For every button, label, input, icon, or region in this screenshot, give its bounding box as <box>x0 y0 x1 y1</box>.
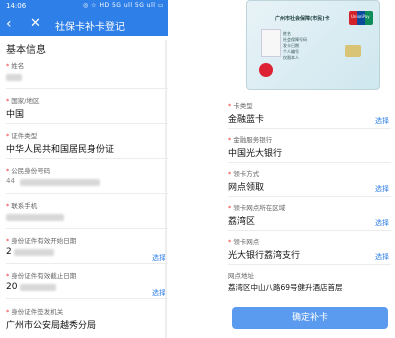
id-start-date-masked <box>14 249 54 256</box>
pickup-area-label: 领卡网点所在区域 <box>233 204 286 212</box>
divider <box>6 193 168 194</box>
country-value: 中国 <box>6 110 25 120</box>
card-type-value: 金融蓝卡 <box>228 115 265 125</box>
confirm-replace-card-button[interactable]: 确定补卡 <box>232 307 388 329</box>
card-type-select[interactable]: 选择 <box>375 116 389 126</box>
social-security-card-image: 广州市社会保障(市民)卡 UnionPay 姓名 社会保障号码 发卡日期 个人编… <box>246 0 380 90</box>
id-start-date-label: 身份证件有效开始日期 <box>11 237 77 245</box>
name-label: 姓名 <box>11 62 25 70</box>
pickup-method-value: 网点领取 <box>228 183 265 193</box>
id-number-value: 44 <box>6 177 15 185</box>
id-end-date-value: 20 <box>6 282 18 292</box>
id-number-label: 公民身份号码 <box>11 167 51 175</box>
unionpay-logo: UnionPay <box>349 11 373 25</box>
country-label: 国家/地区 <box>11 97 40 105</box>
id-start-date-value: 2 <box>6 247 12 257</box>
left-screen: 14:06 ◎ ☆ HD 5G ull 5G ull ▭ ‹ ✕ 社保卡补卡登记… <box>0 0 168 338</box>
pickup-outlet-value: 光大银行荔湾支行 <box>228 251 301 261</box>
top-bar: 14:06 ◎ ☆ HD 5G ull 5G ull ▭ ‹ ✕ 社保卡补卡登记 <box>0 0 168 36</box>
divider <box>228 162 391 163</box>
pickup-method-select[interactable]: 选择 <box>375 184 389 194</box>
name-value <box>6 74 22 81</box>
divider <box>6 158 168 159</box>
id-end-date-select[interactable]: 选择 <box>152 288 166 298</box>
chip-icon <box>345 45 361 57</box>
section-title: 基本信息 <box>6 45 46 56</box>
outlet-address-value: 荔湾区中山八路69号健升酒店首层 <box>228 283 343 292</box>
pickup-area-value: 荔湾区 <box>228 217 256 227</box>
pickup-outlet-select[interactable]: 选择 <box>375 252 389 262</box>
card-title: 广州市社会保障(市民)卡 <box>275 16 330 22</box>
id-issuer-label: 身份证件签发机关 <box>11 308 64 316</box>
back-icon[interactable]: ‹ <box>6 16 12 32</box>
bank-value: 中国光大银行 <box>228 149 283 159</box>
close-icon[interactable]: ✕ <box>30 16 41 31</box>
pickup-outlet-label: 领卡网点 <box>233 238 260 246</box>
id-end-date-masked <box>20 284 56 291</box>
card-type-label: 卡类型 <box>233 102 253 110</box>
bank-label: 金融服务银行 <box>233 136 273 144</box>
divider <box>228 264 391 265</box>
divider <box>6 88 168 89</box>
unionpay-brand: UnionPay <box>351 14 370 19</box>
divider <box>6 123 168 124</box>
divider <box>6 298 168 299</box>
photo-placeholder <box>261 29 281 57</box>
page-title: 社保卡补卡登记 <box>55 22 125 33</box>
pickup-area-select[interactable]: 选择 <box>375 218 389 228</box>
status-time: 14:06 <box>6 2 27 10</box>
scrollbar[interactable] <box>165 40 167 338</box>
id-number-masked <box>20 179 100 186</box>
nav-bar: ‹ ✕ 社保卡补卡登记 <box>0 14 168 34</box>
divider <box>228 230 391 231</box>
phone-label: 联系手机 <box>11 202 38 210</box>
id-type-label: 证件类型 <box>11 132 38 140</box>
id-type-value: 中华人民共和国居民身份证 <box>6 145 115 155</box>
card-rows: 姓名 社会保障号码 发卡日期 个人编号 仅限本人 <box>283 31 307 61</box>
divider <box>228 196 391 197</box>
divider <box>228 128 391 129</box>
divider <box>6 263 168 264</box>
phone-value <box>6 214 64 221</box>
pickup-method-label: 领卡方式 <box>233 170 260 178</box>
id-end-date-label: 身份证件有效截止日期 <box>11 272 77 280</box>
right-screen: 广州市社会保障(市民)卡 UnionPay 姓名 社会保障号码 发卡日期 个人编… <box>226 0 395 338</box>
outlet-address-label: 网点地址 <box>228 272 254 280</box>
divider <box>6 228 168 229</box>
emblem-icon <box>259 63 273 77</box>
status-icons: ◎ ☆ HD 5G ull 5G ull ▭ <box>83 2 164 9</box>
card-row: 仅限本人 <box>283 55 299 60</box>
id-start-date-select[interactable]: 选择 <box>152 253 166 263</box>
id-issuer-value: 广州市公安局越秀分局 <box>6 321 97 331</box>
